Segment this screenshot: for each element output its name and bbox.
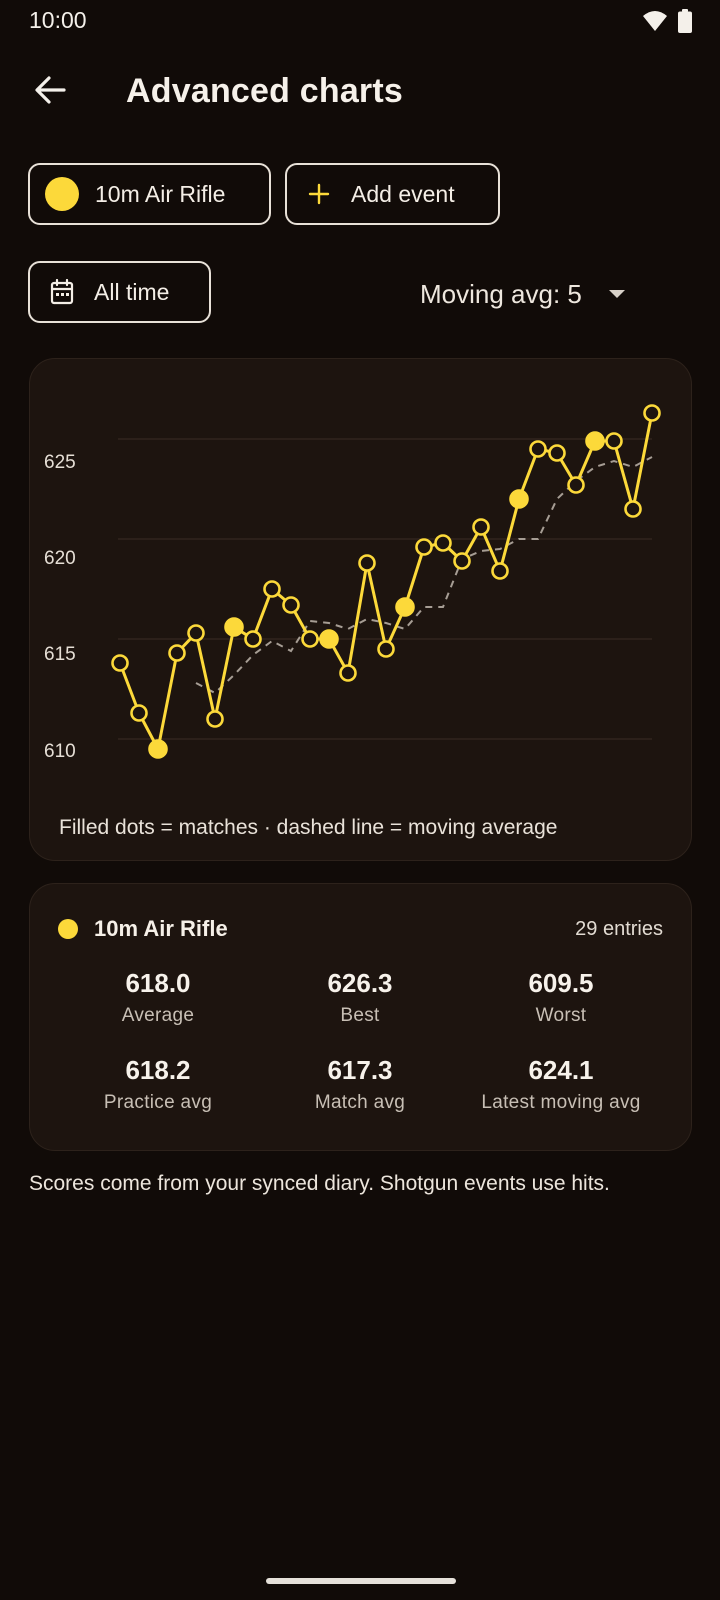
- stats-header: 10m Air Rifle: [58, 916, 228, 942]
- stat-best: 626.3 Best: [260, 968, 460, 1027]
- back-button[interactable]: [28, 74, 72, 110]
- dropdown-arrow-icon: [608, 289, 626, 299]
- chart-card: 625 620 615 610 Filled dots = matches · …: [29, 358, 692, 861]
- match-point[interactable]: [509, 489, 529, 509]
- match-point[interactable]: [319, 629, 339, 649]
- stat-label: Practice avg: [103, 1092, 213, 1113]
- stat-label: Worst: [535, 1005, 587, 1026]
- practice-point[interactable]: [168, 644, 186, 662]
- time-range-label: All time: [94, 278, 170, 305]
- stats-event-name: 10m Air Rifle: [94, 916, 228, 941]
- match-point[interactable]: [148, 739, 168, 759]
- practice-point[interactable]: [244, 630, 262, 648]
- stat-label: Match avg: [314, 1092, 406, 1113]
- match-point[interactable]: [585, 431, 605, 451]
- practice-point[interactable]: [187, 624, 205, 642]
- plus-icon: [308, 183, 330, 205]
- match-point[interactable]: [395, 597, 415, 617]
- stats-card: 10m Air Rifle 29 entries 618.0 Average 6…: [29, 883, 692, 1151]
- stat-average: 618.0 Average: [58, 968, 258, 1027]
- score-line: [118, 412, 654, 751]
- chart-caption: Filled dots = matches · dashed line = mo…: [59, 816, 558, 839]
- stat-label: Best: [340, 1005, 380, 1026]
- entries-count: 29 entries: [575, 918, 663, 940]
- practice-point[interactable]: [282, 596, 300, 614]
- app-bar: Advanced charts: [0, 56, 720, 128]
- add-event-chip[interactable]: Add event: [285, 163, 500, 225]
- stat-match-avg: 617.3 Match avg: [260, 1055, 460, 1114]
- practice-point[interactable]: [301, 630, 319, 648]
- status-icons: [642, 9, 692, 38]
- footnote: Scores come from your synced diary. Shot…: [29, 1172, 610, 1195]
- stat-value: 618.2: [125, 1055, 191, 1085]
- practice-point[interactable]: [206, 710, 224, 728]
- practice-point[interactable]: [529, 440, 547, 458]
- practice-point[interactable]: [263, 580, 281, 598]
- event-chip[interactable]: 10m Air Rifle: [28, 163, 271, 225]
- practice-point[interactable]: [377, 640, 395, 658]
- page-title: Advanced charts: [126, 72, 403, 110]
- practice-point[interactable]: [130, 704, 148, 722]
- stat-value: 618.0: [125, 968, 191, 998]
- arrow-left-icon: [34, 75, 66, 109]
- practice-point[interactable]: [567, 476, 585, 494]
- practice-point[interactable]: [415, 538, 433, 556]
- status-time: 10:00: [29, 7, 87, 33]
- practice-point[interactable]: [491, 562, 509, 580]
- practice-point[interactable]: [624, 500, 642, 518]
- stat-value: 617.3: [327, 1055, 393, 1085]
- stat-worst: 609.5 Worst: [461, 968, 661, 1027]
- practice-point[interactable]: [548, 444, 566, 462]
- match-point[interactable]: [224, 617, 244, 637]
- moving-average-line: [195, 456, 653, 695]
- stat-label: Average: [121, 1005, 195, 1026]
- battery-icon: [678, 9, 692, 38]
- practice-point[interactable]: [339, 664, 357, 682]
- calendar-icon: [50, 279, 74, 305]
- wifi-icon: [642, 10, 668, 37]
- home-indicator[interactable]: [266, 1578, 456, 1584]
- moving-avg-dropdown[interactable]: Moving avg: 5: [420, 276, 626, 312]
- practice-point[interactable]: [434, 534, 452, 552]
- stat-value: 624.1: [528, 1055, 594, 1085]
- practice-point[interactable]: [472, 518, 490, 536]
- practice-point[interactable]: [643, 404, 661, 422]
- status-bar: 10:00: [0, 0, 720, 42]
- time-range-chip[interactable]: All time: [28, 261, 211, 323]
- moving-avg-label: Moving avg: 5: [420, 278, 582, 309]
- stat-value: 626.3: [327, 968, 393, 998]
- event-color-dot: [45, 177, 79, 211]
- stat-value: 609.5: [528, 968, 594, 998]
- practice-point[interactable]: [453, 552, 471, 570]
- practice-point[interactable]: [605, 432, 623, 450]
- practice-point[interactable]: [111, 654, 129, 672]
- add-event-label: Add event: [351, 180, 455, 207]
- score-chart: [111, 404, 661, 759]
- stat-label: Latest moving avg: [481, 1092, 641, 1113]
- stat-practice-avg: 618.2 Practice avg: [58, 1055, 258, 1114]
- practice-point[interactable]: [358, 554, 376, 572]
- event-chip-label: 10m Air Rifle: [95, 180, 226, 207]
- event-color-dot: [58, 919, 78, 939]
- stat-latest-moving-avg: 624.1 Latest moving avg: [461, 1055, 661, 1114]
